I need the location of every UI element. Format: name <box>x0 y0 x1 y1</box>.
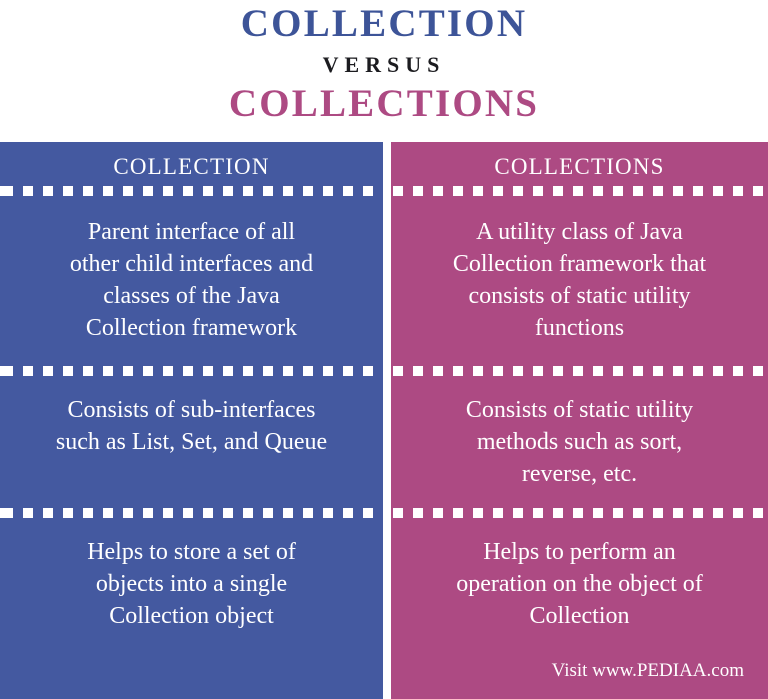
cell-line: Collection <box>529 603 630 629</box>
cell-line: reverse, etc. <box>521 461 638 487</box>
cell-line: Consists of sub-interfaces <box>67 397 316 423</box>
cell-line: functions <box>534 315 625 341</box>
page-title-secondary: COLLECTIONS <box>228 82 540 125</box>
column-header-collections: COLLECTIONS <box>494 154 665 179</box>
table-cell-collections-row2: Consists of static utility methods such … <box>391 394 768 490</box>
table-cell-collections-row1: A utility class of Java Collection frame… <box>391 216 768 344</box>
comparison-column-collections: COLLECTIONS A utility class of Java Coll… <box>391 142 768 699</box>
dashed-divider <box>0 366 383 376</box>
cell-line: A utility class of Java <box>476 219 683 245</box>
cell-line: Collection framework <box>85 315 298 341</box>
cell-line: Helps to store a set of <box>87 539 296 565</box>
dashed-divider <box>391 366 768 376</box>
page-title-versus: VERSUS <box>322 52 446 77</box>
dashed-divider <box>0 186 383 196</box>
cell-line: methods such as sort, <box>476 429 683 455</box>
table-cell-collection-row1: Parent interface of all other child inte… <box>0 216 383 344</box>
cell-line: such as List, Set, and Queue <box>55 429 328 455</box>
dashed-divider <box>391 186 768 196</box>
table-cell-collections-row3: Helps to perform an operation on the obj… <box>391 536 768 632</box>
cell-line: objects into a single <box>95 571 288 597</box>
cell-line: Consists of static utility <box>465 397 694 423</box>
cell-line: operation on the object of <box>456 571 703 597</box>
cell-line: other child interfaces and <box>69 251 314 277</box>
cell-line: classes of the Java <box>103 283 280 309</box>
dashed-divider <box>0 508 383 518</box>
table-cell-collection-row3: Helps to store a set of objects into a s… <box>0 536 383 632</box>
column-header-collection: COLLECTION <box>113 154 270 179</box>
cell-line: Helps to perform an <box>483 539 676 565</box>
dashed-divider <box>391 508 768 518</box>
source-credit: Visit www.PEDIAA.com <box>551 660 744 681</box>
comparison-column-collection: COLLECTION Parent interface of all other… <box>0 142 383 699</box>
cell-line: Collection object <box>109 603 274 629</box>
cell-line: Collection framework that <box>452 251 707 277</box>
page-title-primary: COLLECTION <box>240 2 528 45</box>
cell-line: consists of static utility <box>468 283 691 309</box>
table-cell-collection-row2: Consists of sub-interfaces such as List,… <box>0 394 383 458</box>
title-block: COLLECTION VERSUS COLLECTIONS <box>0 0 768 142</box>
cell-line: Parent interface of all <box>87 219 296 245</box>
